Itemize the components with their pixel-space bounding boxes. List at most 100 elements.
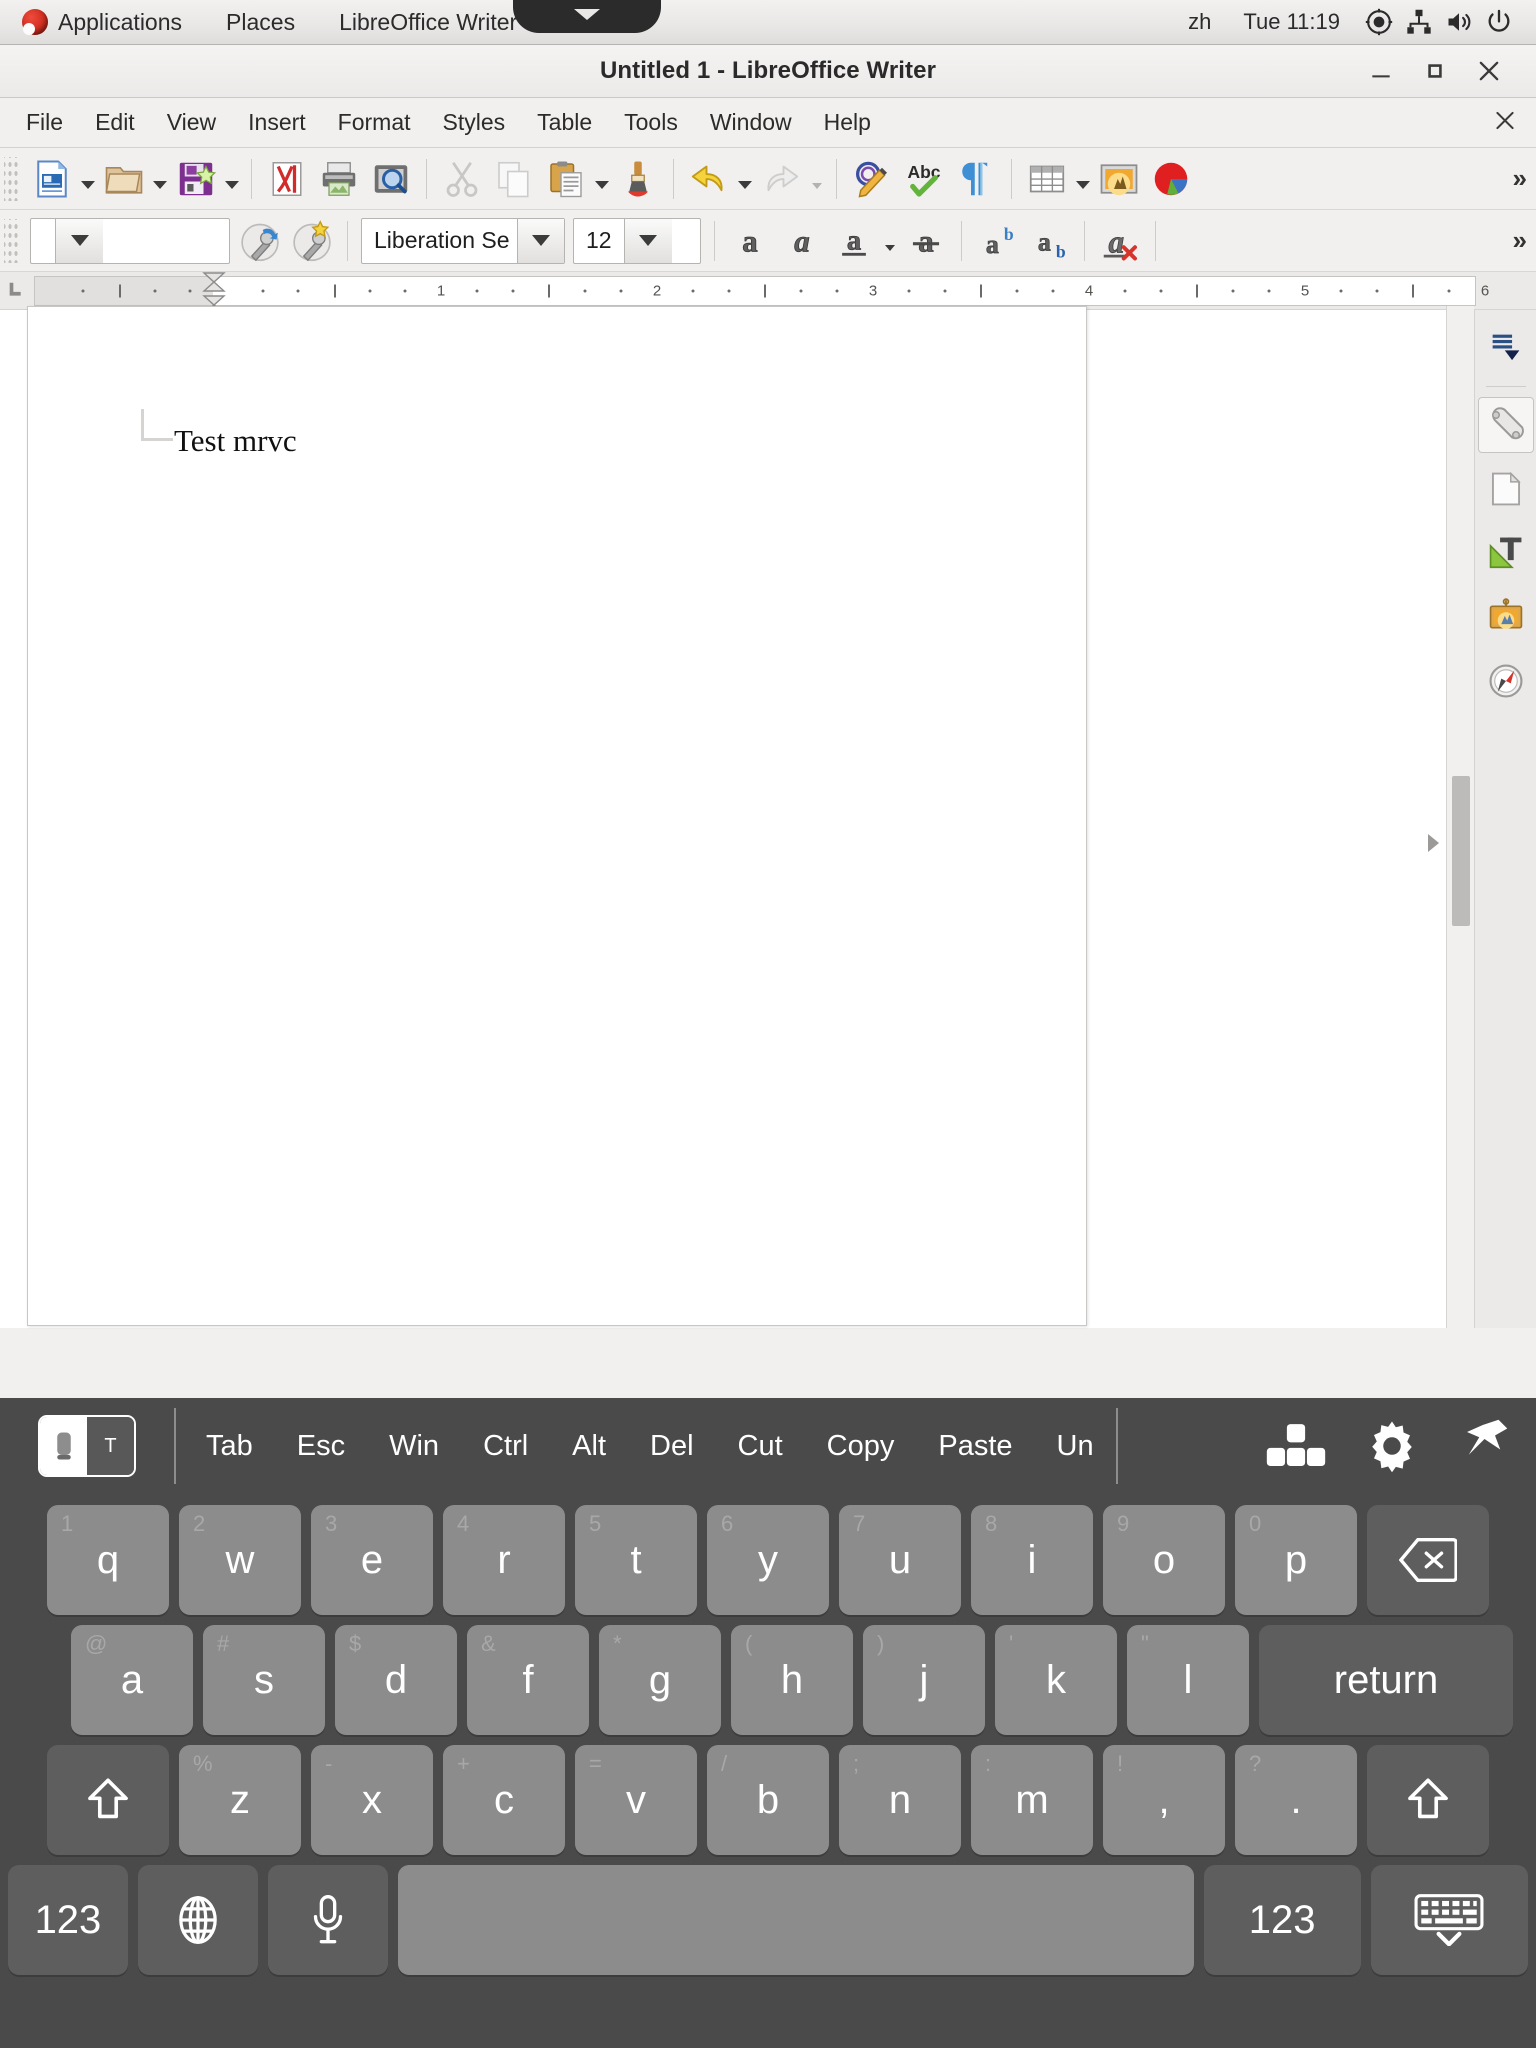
keyboard-mode-toggle[interactable]: T	[38, 1415, 136, 1477]
document-scroll-zone[interactable]: Test mrvc	[0, 310, 1474, 1328]
sidebar-item-gallery[interactable]	[1478, 589, 1534, 645]
paragraph-style-value[interactable]	[31, 219, 55, 263]
bold-icon[interactable]: a	[727, 218, 773, 264]
menu-tools[interactable]: Tools	[608, 98, 694, 148]
key-return[interactable]: return	[1259, 1625, 1513, 1735]
key-l[interactable]: "l	[1127, 1625, 1249, 1735]
paste-icon[interactable]	[543, 156, 589, 202]
volume-icon[interactable]	[1444, 7, 1474, 37]
key-y[interactable]: 6y	[707, 1505, 829, 1615]
redo-dropdown[interactable]	[807, 156, 827, 202]
close-document-icon[interactable]	[1492, 107, 1518, 138]
clone-formatting-icon[interactable]	[615, 156, 661, 202]
spelling-icon[interactable]: Abc	[901, 156, 947, 202]
superscript-icon[interactable]: ab	[974, 218, 1020, 264]
key-voice-input[interactable]	[268, 1865, 388, 1975]
key-g[interactable]: *g	[599, 1625, 721, 1735]
print-preview-icon[interactable]	[368, 156, 414, 202]
key-x[interactable]: -x	[311, 1745, 433, 1855]
key-q[interactable]: 1q	[47, 1505, 169, 1615]
special-key-tab[interactable]: Tab	[184, 1430, 275, 1463]
undo-dropdown[interactable]	[735, 156, 755, 202]
applications-menu[interactable]: Applications	[0, 0, 204, 44]
insert-image-icon[interactable]	[1096, 156, 1142, 202]
vertical-scrollbar-thumb[interactable]	[1452, 776, 1470, 926]
key-f[interactable]: &f	[467, 1625, 589, 1735]
menu-table[interactable]: Table	[521, 98, 608, 148]
cut-icon[interactable]	[439, 156, 485, 202]
scroll-right-arrow-icon[interactable]	[1422, 830, 1444, 856]
close-button[interactable]	[1462, 47, 1516, 95]
key-language[interactable]	[138, 1865, 258, 1975]
clock[interactable]: Tue 11:19	[1227, 0, 1356, 44]
special-key-alt[interactable]: Alt	[550, 1430, 628, 1463]
key-t[interactable]: 5t	[575, 1505, 697, 1615]
special-key-ctrl[interactable]: Ctrl	[461, 1430, 550, 1463]
power-icon[interactable]	[1484, 7, 1514, 37]
key-period[interactable]: ?.	[1235, 1745, 1357, 1855]
key-space[interactable]	[398, 1865, 1194, 1975]
copy-icon[interactable]	[491, 156, 537, 202]
underline-dropdown[interactable]	[880, 218, 900, 264]
minimize-button[interactable]	[1354, 47, 1408, 95]
new-style-icon[interactable]	[289, 218, 335, 264]
menu-file[interactable]: File	[10, 98, 79, 148]
key-j[interactable]: )j	[863, 1625, 985, 1735]
special-key-paste[interactable]: Paste	[916, 1430, 1034, 1463]
special-key-copy[interactable]: Copy	[805, 1430, 917, 1463]
menu-view[interactable]: View	[151, 98, 232, 148]
special-key-cut[interactable]: Cut	[716, 1430, 805, 1463]
key-m[interactable]: :m	[971, 1745, 1093, 1855]
toolbar-grip[interactable]	[4, 157, 18, 201]
key-i[interactable]: 8i	[971, 1505, 1093, 1615]
pin-icon[interactable]	[1440, 1398, 1536, 1494]
strikethrough-icon[interactable]: a	[903, 218, 949, 264]
sidebar-item-sidebar-settings[interactable]	[1478, 320, 1534, 376]
special-key-esc[interactable]: Esc	[275, 1430, 367, 1463]
settings-icon[interactable]	[1344, 1398, 1440, 1494]
formatting-toolbar-overflow[interactable]: »	[1513, 225, 1536, 256]
standard-toolbar-overflow[interactable]: »	[1513, 163, 1536, 194]
italic-icon[interactable]: a	[779, 218, 825, 264]
menu-edit[interactable]: Edit	[79, 98, 151, 148]
key-e[interactable]: 3e	[311, 1505, 433, 1615]
save-document-icon[interactable]	[173, 156, 219, 202]
key-r[interactable]: 4r	[443, 1505, 565, 1615]
menu-window[interactable]: Window	[694, 98, 808, 148]
key-c[interactable]: +c	[443, 1745, 565, 1855]
key-b[interactable]: /b	[707, 1745, 829, 1855]
sidebar-item-properties[interactable]	[1478, 397, 1534, 453]
export-pdf-icon[interactable]	[264, 156, 310, 202]
location-icon[interactable]	[1364, 7, 1394, 37]
network-icon[interactable]	[1404, 7, 1434, 37]
notch-caret-icon[interactable]	[574, 9, 600, 20]
undo-icon[interactable]	[686, 156, 732, 202]
horizontal-ruler[interactable]: 1 2 3 4 5	[34, 276, 1476, 306]
key-o[interactable]: 9o	[1103, 1505, 1225, 1615]
subscript-icon[interactable]: ab	[1026, 218, 1072, 264]
special-key-del[interactable]: Del	[628, 1430, 716, 1463]
font-size-value[interactable]: 12	[574, 219, 624, 263]
font-size-dropdown[interactable]	[624, 219, 672, 263]
key-shift-left[interactable]	[47, 1745, 169, 1855]
key-p[interactable]: 0p	[1235, 1505, 1357, 1615]
keyboard-layout-indicator[interactable]: zh	[1172, 0, 1227, 44]
paste-dropdown[interactable]	[592, 156, 612, 202]
menu-styles[interactable]: Styles	[427, 98, 522, 148]
save-document-dropdown[interactable]	[222, 156, 242, 202]
insert-table-icon[interactable]	[1024, 156, 1070, 202]
keyboard-mode-text-label[interactable]: T	[87, 1417, 134, 1475]
toolbar-grip[interactable]	[4, 219, 18, 263]
layout-icon[interactable]	[1248, 1398, 1344, 1494]
sidebar-item-styles[interactable]	[1478, 525, 1534, 581]
open-file-dropdown[interactable]	[150, 156, 170, 202]
paragraph-style-combo[interactable]	[30, 218, 230, 264]
key-shift-right[interactable]	[1367, 1745, 1489, 1855]
special-key-win[interactable]: Win	[367, 1430, 461, 1463]
key-z[interactable]: %z	[179, 1745, 301, 1855]
key-d[interactable]: $d	[335, 1625, 457, 1735]
tab-stop-icon[interactable]	[0, 272, 34, 310]
update-style-icon[interactable]	[237, 218, 283, 264]
menu-insert[interactable]: Insert	[232, 98, 322, 148]
key-u[interactable]: 7u	[839, 1505, 961, 1615]
